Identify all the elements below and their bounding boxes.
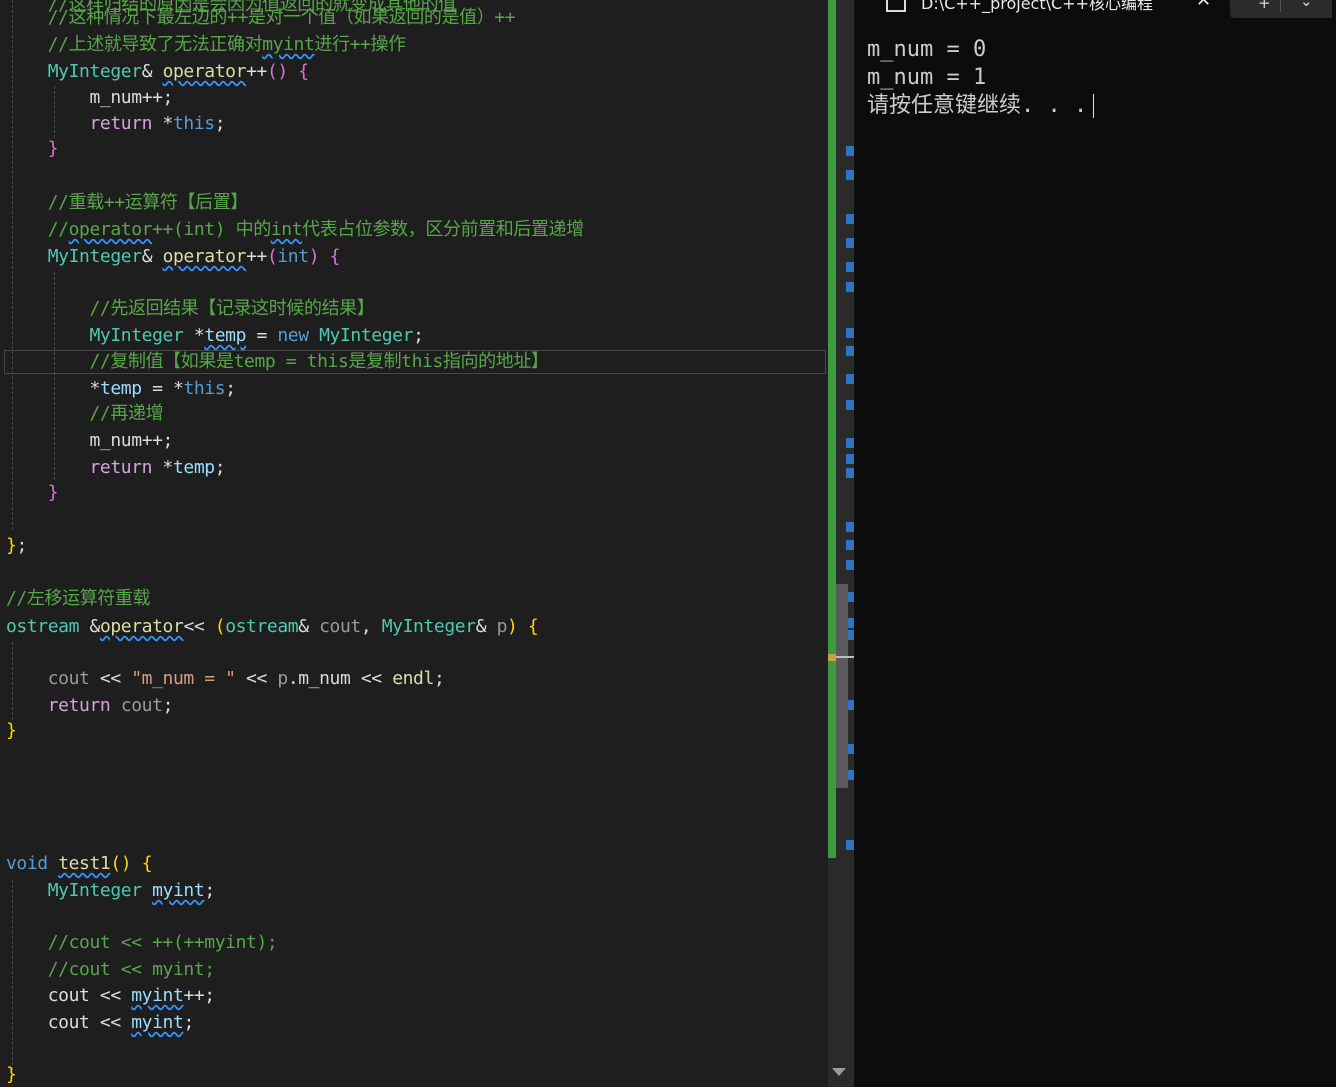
overview-marker [846,374,854,384]
scrollbar-thumb[interactable] [836,584,848,788]
code-line[interactable]: MyInteger& operator++(int) { [6,244,341,270]
code-line[interactable]: ostream &operator<< (ostream& cout, MyIn… [6,614,539,640]
overview-marker [846,282,854,292]
chevron-down-icon[interactable]: ⌄ [1300,0,1313,10]
code-line[interactable]: *temp = *this; [6,376,236,402]
code-line[interactable]: //cout << myint; [6,957,215,983]
overview-marker [846,454,854,464]
text-cursor [1093,94,1095,118]
code-line[interactable]: return cout; [6,693,174,719]
close-tab-button[interactable]: ✕ [1196,0,1211,11]
editor-scrollbar[interactable] [828,0,854,1087]
code-line[interactable]: m_num++; [6,85,174,111]
overview-marker [846,328,854,338]
code-editor[interactable]: //这样归结的原因是会因为值返回的就变成其他的值 //这种情况下最左边的++是对… [0,0,828,1087]
code-line[interactable]: MyInteger *temp = new MyInteger; [6,323,424,349]
code-line[interactable]: return *this; [6,111,226,137]
code-line[interactable]: cout << "m_num = " << p.m_num << endl; [6,666,445,692]
new-tab-area: + ⌄ [1230,0,1332,18]
code-line[interactable]: void test1() { [6,851,153,877]
console-output: m_num = 0 m_num = 1 请按任意键继续. . . [867,36,1095,120]
code-line[interactable]: MyInteger myint; [6,878,215,904]
code-line[interactable]: //再递增 [6,401,164,427]
code-line[interactable]: cout << myint++; [6,983,215,1009]
code-line[interactable]: //operator++(int) 中的int代表占位参数，区分前置和后置递增 [6,217,584,243]
code-line[interactable]: }; [6,533,27,559]
code-line[interactable]: return *temp; [6,455,226,481]
code-line[interactable]: } [6,1062,17,1087]
new-tab-button[interactable]: + [1258,0,1271,12]
overview-marker [846,522,854,532]
console-tab-bar: D:\C++_project\C++核心编程 ✕ + ⌄ [854,0,1336,20]
code-line[interactable]: m_num++; [6,428,174,454]
console-tab[interactable]: D:\C++_project\C++核心编程 ✕ [866,0,1218,18]
console-output-line: m_num = 0 [867,37,987,62]
console-output-line: 请按任意键继续. . . [867,92,1095,120]
overview-marker [846,214,854,224]
overview-marker [846,146,854,156]
overview-marker [846,560,854,570]
code-line[interactable]: } [6,136,59,162]
overview-marker [846,262,854,272]
console-window[interactable]: D:\C++_project\C++核心编程 ✕ + ⌄ m_num = 0 m… [854,0,1336,1087]
code-line[interactable]: cout << myint; [6,1010,195,1036]
code-line[interactable]: //这种情况下最左边的++是对一个值（如果返回的是值）++ [6,5,516,31]
code-line[interactable]: } [6,718,17,744]
overview-marker [846,238,854,248]
console-output-line: m_num = 1 [867,65,987,90]
code-line[interactable]: //左移运算符重载 [6,586,150,612]
code-line[interactable]: //重载++运算符【后置】 [6,190,249,216]
overview-marker [846,840,854,850]
overview-marker [846,170,854,180]
code-line[interactable]: //cout << ++(++myint); [6,930,278,956]
overview-marker [846,438,854,448]
overview-marker [846,468,854,478]
code-line[interactable]: } [6,480,59,506]
overview-marker [846,400,854,410]
caret-marker [828,654,836,661]
console-prompt: 请按任意键继续. . . [867,93,1088,118]
code-line[interactable]: MyInteger& operator++() { [6,59,309,85]
overview-marker [846,540,854,550]
tab-divider [1280,0,1281,12]
overview-marker [846,346,854,356]
terminal-icon [886,0,906,12]
code-line[interactable]: //先返回结果【记录这时候的结果】 [6,296,375,322]
code-line[interactable]: //上述就导致了无法正确对myint进行++操作 [6,32,406,58]
console-tab-title: D:\C++_project\C++核心编程 [921,0,1153,13]
scroll-down-arrow-icon[interactable] [832,1068,846,1076]
code-line[interactable]: //复制值【如果是temp = this是复制this指向的地址】 [6,349,549,375]
change-tracking-bar [828,0,836,858]
